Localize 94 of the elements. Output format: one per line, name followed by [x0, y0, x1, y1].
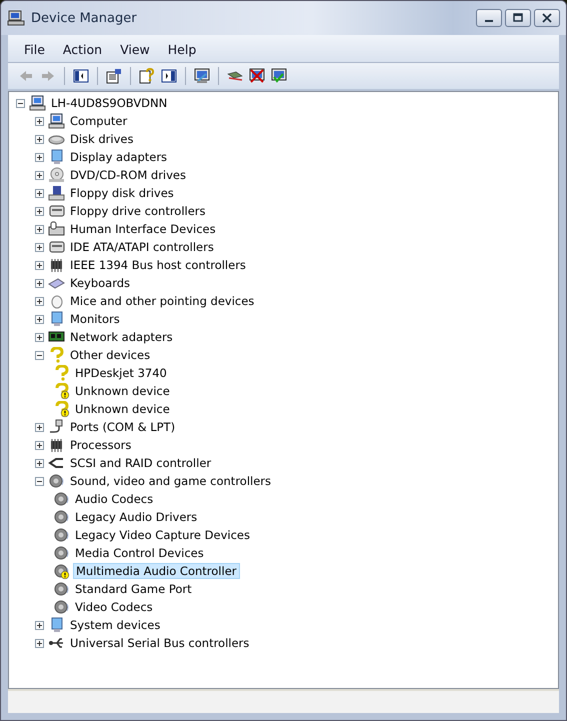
tree-item[interactable]: Standard Game Port: [73, 581, 194, 597]
expand-button[interactable]: [34, 422, 45, 432]
tree-item[interactable]: Legacy Video Capture Devices: [73, 527, 252, 543]
enable-icon[interactable]: [271, 68, 287, 84]
input-device-icon: [48, 221, 65, 237]
tree-item[interactable]: Mice and other pointing devices: [68, 293, 256, 309]
expand-button[interactable]: [34, 206, 45, 216]
tree-item[interactable]: IDE ATA/ATAPI controllers: [68, 239, 216, 255]
menu-item[interactable]: View: [112, 39, 158, 59]
port-plug-icon: [48, 419, 65, 435]
speaker-icon: [48, 473, 65, 489]
tree-item[interactable]: Multimedia Audio Controller: [73, 563, 240, 579]
speaker-icon: [53, 599, 70, 615]
speaker-icon: [53, 563, 70, 579]
tree-item[interactable]: IEEE 1394 Bus host controllers: [68, 257, 248, 273]
pane-icon[interactable]: [73, 68, 89, 84]
tree-item[interactable]: Universal Serial Bus controllers: [68, 635, 252, 651]
uninstall-icon[interactable]: [249, 68, 265, 84]
expand-button[interactable]: [34, 170, 45, 180]
expand-button[interactable]: [34, 152, 45, 162]
tree-item[interactable]: Sound, video and game controllers: [68, 473, 274, 489]
expand-button[interactable]: [34, 296, 45, 306]
question-mark-icon: [53, 365, 70, 381]
minimize-button[interactable]: [476, 9, 502, 27]
menu-item[interactable]: File: [16, 39, 53, 59]
tree-item[interactable]: Floppy drive controllers: [68, 203, 208, 219]
question-mark-icon: [53, 401, 70, 417]
tree-item[interactable]: Human Interface Devices: [68, 221, 218, 237]
computer-icon: [29, 95, 46, 111]
speaker-icon: [53, 545, 70, 561]
collapse-button[interactable]: [34, 350, 45, 360]
speaker-icon: [53, 527, 70, 543]
tree-item[interactable]: HPDeskjet 3740: [73, 365, 169, 381]
expand-button[interactable]: [34, 260, 45, 270]
tree-item[interactable]: Floppy disk drives: [68, 185, 176, 201]
expand-button[interactable]: [34, 116, 45, 126]
tree-item[interactable]: Legacy Audio Drivers: [73, 509, 200, 525]
expand-button[interactable]: [34, 314, 45, 324]
expand-button[interactable]: [34, 620, 45, 630]
expand-button[interactable]: [34, 440, 45, 450]
close-button[interactable]: [534, 9, 560, 27]
tree-item[interactable]: Monitors: [68, 311, 122, 327]
expand-button[interactable]: [34, 638, 45, 648]
controller-card-icon: [48, 239, 65, 255]
computer-icon: [7, 10, 25, 26]
speaker-icon: [53, 491, 70, 507]
expand-button[interactable]: [34, 188, 45, 198]
collapse-button[interactable]: [34, 476, 45, 486]
properties-icon[interactable]: [106, 68, 122, 84]
tree-item[interactable]: LH-4UD8S9OBVDNN: [49, 95, 170, 111]
expand-button[interactable]: [34, 278, 45, 288]
close-icon: [542, 13, 552, 23]
tree-item[interactable]: Keyboards: [68, 275, 132, 291]
disc-icon: [48, 167, 65, 183]
controller-card-icon: [48, 203, 65, 219]
tree-item[interactable]: Audio Codecs: [73, 491, 156, 507]
tree-item[interactable]: Computer: [68, 113, 130, 129]
tree-item[interactable]: System devices: [68, 617, 162, 633]
tree-item[interactable]: Processors: [68, 437, 134, 453]
question-mark-icon: [48, 347, 65, 363]
computer-icon: [48, 113, 65, 129]
tree-item[interactable]: SCSI and RAID controller: [68, 455, 214, 471]
tree-item[interactable]: Unknown device: [73, 383, 172, 399]
minimize-icon: [485, 20, 493, 22]
collapse-button[interactable]: [15, 98, 26, 108]
expand-button[interactable]: [34, 242, 45, 252]
tree-item[interactable]: Disk drives: [68, 131, 136, 147]
maximize-icon: [513, 13, 523, 23]
tree-item[interactable]: Network adapters: [68, 329, 175, 345]
expand-button[interactable]: [34, 332, 45, 342]
window-title: Device Manager: [31, 10, 138, 26]
tree-item[interactable]: Ports (COM & LPT): [68, 419, 178, 435]
speaker-icon: [53, 509, 70, 525]
speaker-icon: [53, 581, 70, 597]
menu-item[interactable]: Help: [160, 39, 204, 59]
tree-item[interactable]: DVD/CD-ROM drives: [68, 167, 188, 183]
help-icon[interactable]: [139, 68, 155, 84]
tree-item[interactable]: Unknown device: [73, 401, 172, 417]
floppy-drive-icon: [48, 185, 65, 201]
monitor-scan-icon[interactable]: [194, 68, 210, 84]
menu-item[interactable]: Action: [54, 39, 110, 59]
tree-item[interactable]: Display adapters: [68, 149, 170, 165]
tree-item[interactable]: Video Codecs: [73, 599, 155, 615]
chip-icon: [48, 257, 65, 273]
tree-item[interactable]: Other devices: [68, 347, 152, 363]
pane-icon[interactable]: [161, 68, 177, 84]
tree-item[interactable]: Media Control Devices: [73, 545, 206, 561]
usb-icon: [48, 635, 65, 651]
expand-button[interactable]: [34, 224, 45, 234]
maximize-button[interactable]: [505, 9, 531, 27]
chip-icon: [48, 437, 65, 453]
expand-button[interactable]: [34, 134, 45, 144]
expand-button[interactable]: [34, 458, 45, 468]
question-mark-icon: [53, 383, 70, 399]
